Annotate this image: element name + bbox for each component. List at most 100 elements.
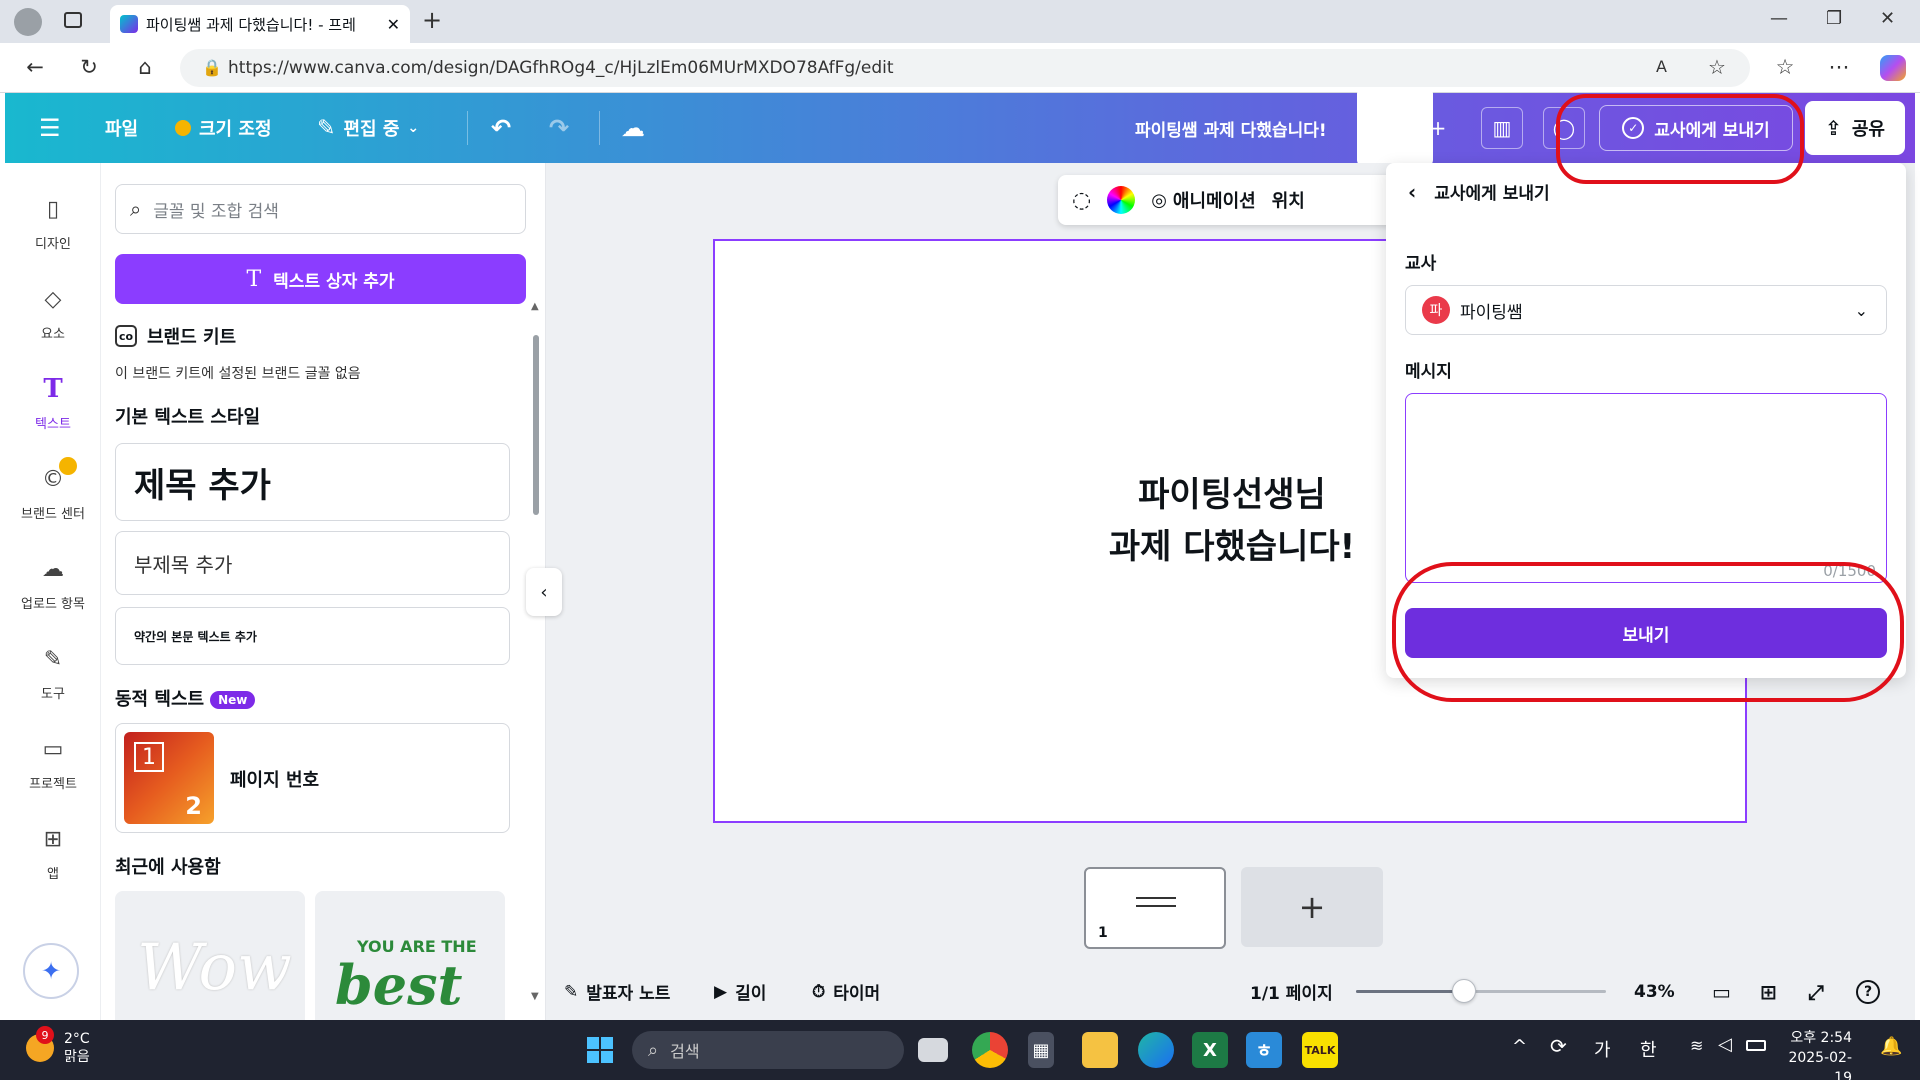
subheading-style-card[interactable]: 부제목 추가	[115, 531, 510, 595]
panel-scrollbar[interactable]: ▲ ▼	[531, 301, 541, 1005]
body-sample: 약간의 본문 텍스트 추가	[134, 629, 257, 644]
edge-icon[interactable]	[1138, 1032, 1174, 1068]
desktop-view-icon[interactable]: ▭	[1712, 980, 1731, 1004]
heading-style-card[interactable]: 제목 추가	[115, 443, 510, 521]
wifi-icon[interactable]: ≋	[1690, 1036, 1703, 1055]
zoom-slider-knob[interactable]	[1452, 979, 1476, 1003]
weather-widget[interactable]: 9 2°C 맑음	[26, 1026, 90, 1066]
add-textbox-button[interactable]: T 텍스트 상자 추가	[115, 254, 526, 304]
calculator-icon[interactable]: ▦	[1028, 1032, 1054, 1068]
taskbar-search-input[interactable]: ⌕ 검색	[632, 1031, 904, 1069]
zoom-fill	[1356, 990, 1464, 993]
new-tab-icon[interactable]: +	[422, 6, 442, 34]
rail-item-tools[interactable]: ✎ 도구	[5, 641, 101, 703]
rail-label: 디자인	[35, 237, 71, 252]
scroll-down-icon[interactable]: ▼	[531, 991, 539, 1002]
volume-icon[interactable]: ◁	[1718, 1034, 1732, 1055]
battery-icon[interactable]	[1746, 1040, 1766, 1051]
clock-date: 2025-02-19	[1788, 1050, 1852, 1080]
crown-badge-icon	[59, 457, 77, 475]
ime-indicator[interactable]: 가	[1594, 1036, 1611, 1062]
read-aloud-icon[interactable]: A	[1656, 57, 1667, 76]
ime-mode[interactable]: 한	[1640, 1036, 1657, 1062]
file-explorer-icon[interactable]	[1082, 1032, 1118, 1068]
redo-icon[interactable]: ↷	[549, 93, 569, 163]
copilot-icon[interactable]	[1880, 55, 1906, 81]
url-field[interactable]: 🔒 https://www.canva.com/design/DAGfhROg4…	[180, 49, 1750, 87]
animation-button[interactable]: ◎ 애니메이션	[1151, 187, 1256, 213]
menu-hamburger-icon[interactable]: ☰	[39, 93, 61, 163]
clock[interactable]: 오후 2:54 2025-02-19	[1782, 1028, 1852, 1080]
duration-button[interactable]: ▶ 길이	[714, 979, 766, 1005]
timer-button[interactable]: ⏱ 타이머	[812, 979, 881, 1005]
hangul-icon[interactable]: ㅎ	[1246, 1032, 1282, 1068]
recent-template-wow[interactable]: Wow	[115, 891, 305, 1020]
position-button[interactable]: 위치	[1272, 187, 1305, 213]
favorites-icon[interactable]: ☆	[1772, 55, 1798, 79]
close-tab-icon[interactable]: ✕	[387, 15, 400, 34]
rail-item-design[interactable]: ▯ 디자인	[5, 191, 101, 253]
page-number-card[interactable]: 1 2 페이지 번호	[115, 723, 510, 833]
maximize-icon[interactable]: ❐	[1826, 8, 1842, 29]
collapse-panel-button[interactable]: ‹	[526, 568, 562, 616]
more-menu-icon[interactable]: ⋯	[1826, 55, 1852, 79]
back-icon[interactable]: ←	[22, 55, 48, 79]
insights-chart-icon[interactable]: ▥	[1481, 107, 1523, 149]
rail-item-projects[interactable]: ▭ 프로젝트	[5, 731, 101, 793]
page-thumbnail[interactable]: 1	[1084, 867, 1226, 949]
sync-icon[interactable]: ⟳	[1550, 1034, 1567, 1058]
timer-label: 타이머	[833, 984, 881, 1004]
recent-template-best[interactable]: YOU ARE THE best	[315, 891, 505, 1020]
task-view-icon[interactable]	[918, 1038, 948, 1062]
editing-mode-button[interactable]: ✎ 편집 중 ⌄	[317, 93, 419, 163]
add-page-button[interactable]: +	[1241, 867, 1383, 947]
scroll-thumb[interactable]	[533, 335, 539, 515]
reload-icon[interactable]: ↻	[76, 55, 102, 79]
teacher-select[interactable]: 파 파이팅쌤 ⌄	[1405, 285, 1887, 335]
file-menu-button[interactable]: 파일	[105, 93, 138, 163]
rail-item-uploads[interactable]: ☁ 업로드 항목	[5, 551, 101, 613]
chrome-icon[interactable]	[972, 1032, 1008, 1068]
favorite-star-icon[interactable]: ☆	[1708, 55, 1726, 79]
notification-bell-icon[interactable]: 🔔	[1880, 1036, 1902, 1057]
rail-item-text[interactable]: T 텍스트	[5, 371, 101, 432]
undo-icon[interactable]: ↶	[491, 93, 511, 163]
cloud-saved-icon[interactable]: ☁	[621, 93, 645, 163]
page-count[interactable]: 1/1 페이지	[1250, 979, 1333, 1004]
minimize-icon[interactable]: —	[1770, 8, 1788, 29]
excel-icon[interactable]: X	[1192, 1032, 1228, 1068]
document-title[interactable]: 파이팅쌤 과제 다했습니다!	[1135, 93, 1327, 163]
zoom-label[interactable]: 43%	[1634, 982, 1675, 1002]
add-collaborator-icon[interactable]: +	[1417, 107, 1459, 149]
windows-start-icon[interactable]	[582, 1032, 618, 1068]
rail-item-brand[interactable]: © 브랜드 센터	[5, 457, 101, 522]
tab-actions-icon[interactable]	[64, 12, 82, 28]
home-icon[interactable]: ⌂	[132, 55, 158, 79]
body-style-card[interactable]: 약간의 본문 텍스트 추가	[115, 607, 510, 665]
comment-add-icon[interactable]: ◌	[1072, 188, 1091, 213]
share-button[interactable]: ⇪ 공유	[1805, 101, 1905, 155]
magic-assistant-icon[interactable]: ✦	[23, 943, 79, 999]
close-window-icon[interactable]: ✕	[1880, 8, 1895, 29]
fullscreen-icon[interactable]: ⤢	[1808, 980, 1824, 1004]
rail-item-apps[interactable]: ⊞ 앱	[5, 821, 101, 883]
grid-view-icon[interactable]: ⊞	[1760, 980, 1777, 1004]
rail-label: 브랜드 센터	[21, 507, 85, 522]
font-search-input[interactable]: ⌕ 글꼴 및 조합 검색	[115, 184, 526, 234]
tray-overflow-icon[interactable]: ^	[1512, 1036, 1527, 1057]
browser-tab[interactable]: 파이팅쌤 과제 다했습니다! - 프레 ✕	[110, 5, 410, 43]
resize-button[interactable]: 크기 조정	[175, 93, 272, 163]
zoom-slider[interactable]	[1356, 979, 1606, 1003]
color-wheel-icon[interactable]	[1107, 186, 1136, 214]
message-textarea[interactable]: 0/1500	[1405, 393, 1887, 583]
back-chevron-icon[interactable]: ‹	[1408, 180, 1416, 204]
help-icon[interactable]: ?	[1856, 979, 1880, 1004]
clock-time: 오후 2:54	[1790, 1030, 1852, 1046]
kakaotalk-icon[interactable]: TALK	[1302, 1032, 1338, 1068]
site-info-icon[interactable]: 🔒	[202, 58, 222, 77]
scroll-up-icon[interactable]: ▲	[531, 301, 539, 312]
rail-item-elements[interactable]: ◇ 요소	[5, 281, 101, 343]
teacher-avatar: 파	[1422, 296, 1450, 324]
profile-icon[interactable]	[14, 8, 42, 36]
presenter-notes-button[interactable]: ✎ 발표자 노트	[564, 979, 670, 1005]
